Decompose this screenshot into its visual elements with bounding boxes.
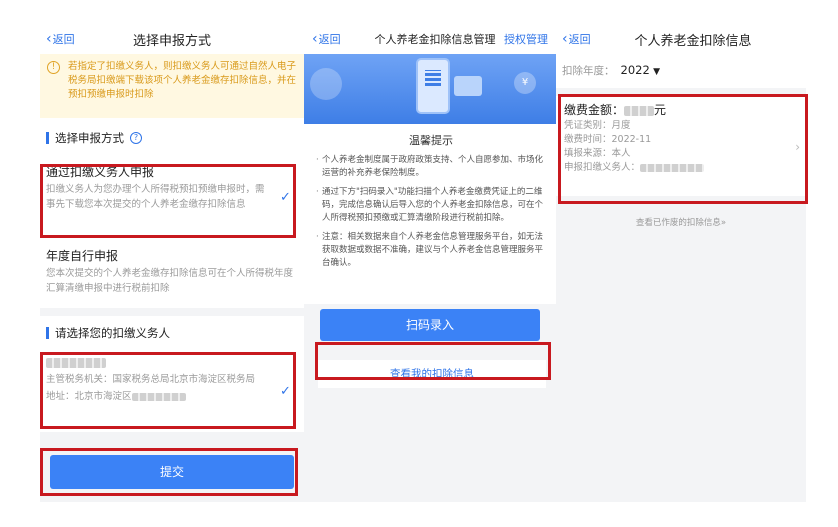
option-annual[interactable]: 年度自行申报 您本次提交的个人养老金缴存扣除信息可在个人所得税年度汇算清缴申报中… xyxy=(46,248,296,296)
decor-circle xyxy=(310,68,342,100)
option-title: 通过扣缴义务人申报 xyxy=(46,165,155,179)
pension-banner-image: ¥ xyxy=(304,54,556,124)
section-title-agent: 请选择您的扣缴义务人 xyxy=(46,325,170,341)
check-icon: ✓ xyxy=(280,384,291,399)
tip-item: 通过下方"扫码录入"功能扫描个人养老金缴费凭证上的二维码，完成信息确认后导入您的… xyxy=(316,186,546,225)
view-deduction-link[interactable]: 查看我的扣除信息 xyxy=(318,360,546,388)
page-title: 个人养老金扣除信息 xyxy=(634,34,752,49)
card-illustration xyxy=(454,76,482,96)
help-icon[interactable]: ? xyxy=(130,132,142,144)
nav-bar: ‹ 返回 选择申报方式 xyxy=(40,22,304,54)
agent-tax-office: 主管税务机关：国家税务总局北京市海淀区税务局 xyxy=(46,374,256,385)
agent-item[interactable]: 主管税务机关：国家税务总局北京市海淀区税务局 地址：北京市海淀区 xyxy=(46,354,296,404)
nav-bar: ‹ 返回 个人养老金扣除信息管理 授权管理 xyxy=(304,22,556,54)
tip-item: 注意：相关数据来自个人养老金信息管理服务平台，如无法获取数据或数据不准确，建议与… xyxy=(316,231,546,270)
scan-entry-button[interactable]: 扫码录入 xyxy=(320,309,540,341)
notice-banner: ! 若指定了扣缴义务人，则扣缴义务人可通过自然人电子税务局扣缴端下载该项个人养老… xyxy=(40,54,304,118)
deduction-info-screen: ‹ 返回 个人养老金扣除信息 扣除年度： 2022 ▼ 缴费金额：元 凭证类别：月… xyxy=(556,22,806,502)
notice-text: 若指定了扣缴义务人，则扣缴义务人可通过自然人电子税务局扣缴端下载该项个人养老金缴… xyxy=(68,61,297,100)
agent-name xyxy=(46,354,296,370)
auth-manage-link[interactable]: 授权管理 xyxy=(504,31,548,47)
agent-address: 地址：北京市海淀区 xyxy=(46,389,296,404)
deduction-record-card[interactable]: 缴费金额：元 凭证类别：月度 缴费时间：2022-11 填报来源：本人 申报扣缴… xyxy=(556,96,806,196)
year-selector[interactable]: 扣除年度： 2022 ▼ xyxy=(556,54,806,88)
option-title: 年度自行申报 xyxy=(46,249,119,263)
tips-title: 温馨提示 xyxy=(409,134,453,147)
yuan-icon: ¥ xyxy=(514,72,536,94)
phone-qr-illustration xyxy=(416,58,450,114)
submit-button[interactable]: 提交 xyxy=(50,455,294,489)
chevron-right-icon: › xyxy=(795,140,800,154)
declare-method-screen: ‹ 返回 选择申报方式 ! 若指定了扣缴义务人，则扣缴义务人可通过自然人电子税务… xyxy=(40,22,304,502)
page-title: 选择申报方式 xyxy=(132,34,211,49)
chevron-down-icon: ▼ xyxy=(653,67,661,77)
nav-bar: ‹ 返回 个人养老金扣除信息 xyxy=(556,22,806,54)
voided-info-link[interactable]: 查看已作废的扣除信息» xyxy=(556,216,806,228)
voucher-type: 凭证类别：月度 xyxy=(564,120,631,131)
section-title-method: 选择申报方式 ? xyxy=(46,130,142,146)
fill-source: 填报来源：本人 xyxy=(564,148,631,159)
option-desc: 您本次提交的个人养老金缴存扣除信息可在个人所得税年度汇算清缴申报中进行税前扣除 xyxy=(46,268,294,294)
option-desc: 扣缴义务人为您办理个人所得税预扣预缴申报时，需事先下载您本次提交的个人养老金缴存… xyxy=(46,184,265,210)
amount-row: 缴费金额：元 xyxy=(564,103,667,117)
check-icon: ✓ xyxy=(280,190,291,205)
option-withholding[interactable]: 通过扣缴义务人申报 扣缴义务人为您办理个人所得税预扣预缴申报时，需事先下载您本次… xyxy=(46,164,296,212)
deduction-management-screen: ‹ 返回 个人养老金扣除信息管理 授权管理 ¥ 温馨提示 个人养老金制度属于政府… xyxy=(304,22,556,502)
tip-item: 个人养老金制度属于政府政策支持、个人自愿参加、市场化运营的补充养老保险制度。 xyxy=(316,154,546,180)
year-value: 2022 xyxy=(620,63,650,77)
tips-panel: 温馨提示 个人养老金制度属于政府政策支持、个人自愿参加、市场化运营的补充养老保险… xyxy=(304,124,556,304)
pay-time: 缴费时间：2022-11 xyxy=(564,134,652,145)
info-icon: ! xyxy=(47,61,60,74)
agent-row: 申报扣缴义务人： xyxy=(564,161,798,175)
